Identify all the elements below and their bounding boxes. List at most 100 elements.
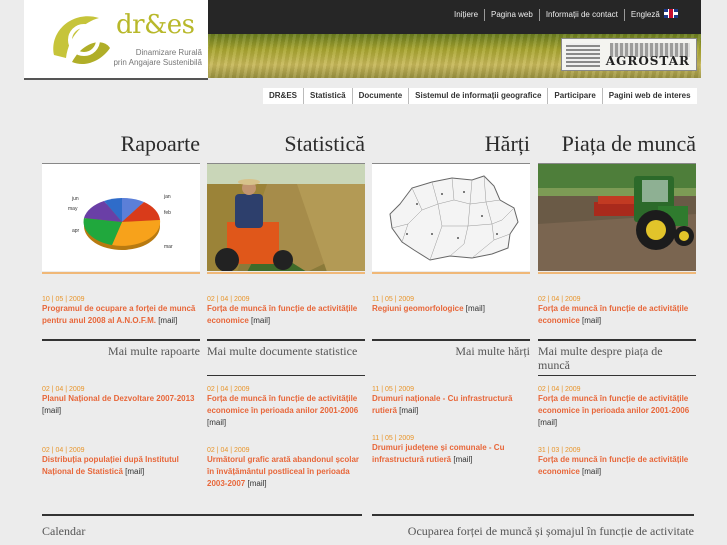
logo-subtitle: Dinamizare Rurală prin Angajare Sustenib… — [84, 48, 202, 68]
news-date: 02 | 04 | 2009 — [538, 386, 581, 393]
tractor-field-image-icon — [538, 164, 696, 271]
top-nav-contact[interactable]: Informații de contact — [538, 9, 624, 21]
mail-link[interactable]: [mail] — [399, 406, 418, 415]
news-headline[interactable]: Drumuri naționale - Cu infrastructură ru… — [372, 393, 530, 417]
pie-label-mar: mar — [164, 244, 173, 250]
news-headline-text[interactable]: Forța de muncă în funcție de activitățil… — [538, 304, 688, 325]
news-date: 10 | 05 | 2009 — [42, 296, 85, 303]
pie-label-apr: apr — [72, 228, 80, 234]
news-headline-text[interactable]: Următorul grafic arată abandonul școlar … — [207, 455, 359, 488]
column-title[interactable]: Hărți — [372, 126, 530, 162]
more-maps-link[interactable]: Mai multe hărți — [372, 339, 530, 358]
more-reports-link[interactable]: Mai multe rapoarte — [42, 339, 200, 358]
news-item: 31 | 03 | 2009 Forța de muncă în funcție… — [538, 447, 696, 478]
news-headline-text[interactable]: Distribuția populației după Institutul N… — [42, 455, 179, 476]
pie-label-may: may — [68, 206, 78, 212]
news-date: 11 | 05 | 2009 — [372, 435, 415, 442]
more-statistics-link[interactable]: Mai multe documente statistice — [207, 339, 365, 358]
news-date: 02 | 04 | 2009 — [207, 447, 250, 454]
news-headline-text[interactable]: Forța de muncă în funcție de activitățil… — [207, 394, 358, 415]
news-headline[interactable]: Forța de muncă în funcție de activitățil… — [207, 303, 365, 327]
mail-link[interactable]: [mail] — [251, 316, 270, 325]
logo-subtitle-line-1: Dinamizare Rurală — [135, 48, 202, 57]
top-nav: Inițiere Pagina web Informații de contac… — [448, 9, 684, 21]
news-headline-text[interactable]: Drumuri județene și comunale - Cu infras… — [372, 443, 504, 464]
news-headline[interactable]: Forța de muncă în funcție de activitățil… — [538, 454, 696, 478]
news-item: 11 | 05 | 2009 Regiuni geomorfologice [m… — [372, 296, 530, 315]
mail-link[interactable]: [mail] — [538, 418, 557, 427]
top-nav-home[interactable]: Inițiere — [448, 9, 484, 21]
news-date: 31 | 03 | 2009 — [538, 447, 581, 454]
calendar-section-title: Calendar — [42, 514, 362, 539]
farmer-tractor-image-icon — [207, 164, 365, 271]
uk-flag-icon — [663, 9, 678, 18]
news-item: 02 | 04 | 2009 Forța de muncă în funcție… — [207, 296, 365, 327]
header-banner: Inițiere Pagina web Informații de contac… — [208, 0, 701, 78]
news-headline[interactable]: Distribuția populației după Institutul N… — [42, 454, 200, 478]
news-headline[interactable]: Forța de muncă în funcție de activitățil… — [207, 393, 365, 429]
news-headline[interactable]: Forța de muncă în funcție de activitățil… — [538, 393, 696, 429]
mail-link[interactable]: [mail] — [466, 304, 485, 313]
news-item: 10 | 05 | 2009 Programul de ocupare a fo… — [42, 296, 200, 327]
top-nav-english[interactable]: Engleză — [623, 9, 684, 21]
news-headline[interactable]: Următorul grafic arată abandonul școlar … — [207, 454, 365, 490]
mail-link[interactable]: [mail] — [158, 316, 177, 325]
news-headline[interactable]: Drumuri județene și comunale - Cu infras… — [372, 442, 530, 466]
column-title[interactable]: Rapoarte — [42, 126, 200, 162]
nav-participare[interactable]: Participare — [547, 88, 601, 104]
news-headline[interactable]: Planul Național de Dezvoltare 2007-2013 … — [42, 393, 200, 417]
mail-link[interactable]: [mail] — [207, 418, 226, 427]
pie-label-jan: jan — [163, 194, 171, 200]
agrostar-emblem-icon — [566, 43, 600, 67]
mail-link[interactable]: [mail] — [582, 316, 601, 325]
mail-link[interactable]: [mail] — [582, 467, 601, 476]
news-item: 11 | 05 | 2009 Drumuri județene și comun… — [372, 435, 530, 466]
more-labor-market-link[interactable]: Mai multe despre piața de muncă — [538, 339, 696, 372]
mail-link[interactable]: [mail] — [248, 479, 267, 488]
nav-documente[interactable]: Documente — [351, 88, 409, 104]
nav-dres[interactable]: DR&ES — [263, 88, 303, 104]
news-headline-text[interactable]: Forța de muncă în funcție de activitățil… — [538, 394, 689, 415]
news-headline[interactable]: Forța de muncă în funcție de activitățil… — [538, 303, 696, 327]
news-item: 02 | 04 | 2009 Următorul grafic arată ab… — [207, 447, 365, 490]
logo-title: dr&es — [116, 10, 195, 40]
nav-statistica[interactable]: Statistică — [303, 88, 352, 104]
news-date: 11 | 05 | 2009 — [372, 296, 415, 303]
column-title[interactable]: Piața de muncă — [538, 126, 696, 162]
news-headline-text[interactable]: Forța de muncă în funcție de activitățil… — [207, 304, 357, 325]
romania-map-image[interactable] — [372, 163, 530, 271]
news-date: 02 | 04 | 2009 — [42, 386, 85, 393]
column-harti: Hărți 11 | 05 | 2009 Regiuni geomorfolog… — [372, 126, 530, 464]
mail-link[interactable]: [mail] — [42, 406, 61, 415]
column-rapoarte: Rapoarte jun jan may feb apr mar 10 | 05… — [42, 126, 200, 476]
main-nav: DR&ES Statistică Documente Sistemul de i… — [263, 88, 697, 104]
site-logo[interactable]: dr&es Dinamizare Rurală prin Angajare Su… — [24, 0, 208, 80]
green-tractor-field-photo[interactable] — [538, 163, 696, 271]
news-date: 02 | 04 | 2009 — [207, 386, 250, 393]
agrostar-partner-logo[interactable]: AGROSTAR — [561, 38, 697, 71]
news-headline-text[interactable]: Forța de muncă în funcție de activitățil… — [538, 455, 688, 476]
pie-chart-image[interactable]: jun jan may feb apr mar — [42, 163, 200, 271]
tractor-corn-field-photo[interactable] — [207, 163, 365, 271]
news-date: 02 | 04 | 2009 — [42, 447, 85, 454]
top-nav-webpage[interactable]: Pagina web — [484, 9, 539, 21]
pie-chart-icon: jun jan may feb apr mar — [68, 194, 173, 250]
news-item: 02 | 04 | 2009 Forța de muncă în funcție… — [207, 386, 365, 429]
news-headline-text[interactable]: Regiuni geomorfologice — [372, 304, 464, 313]
nav-gis[interactable]: Sistemul de informații geografice — [408, 88, 547, 104]
employment-chart-title: Ocuparea forței de muncă și șomajul în f… — [372, 514, 694, 539]
header: dr&es Dinamizare Rurală prin Angajare Su… — [0, 0, 727, 82]
news-headline-text[interactable]: Planul Național de Dezvoltare 2007-2013 — [42, 394, 195, 403]
news-item: 02 | 04 | 2009 Forța de muncă în funcție… — [538, 386, 696, 429]
column-title[interactable]: Statistică — [207, 126, 365, 162]
pie-label-jun: jun — [71, 196, 79, 202]
news-item: 02 | 04 | 2009 Forța de muncă în funcție… — [538, 296, 696, 327]
news-headline[interactable]: Programul de ocupare a forței de muncă p… — [42, 303, 200, 327]
mail-link[interactable]: [mail] — [125, 467, 144, 476]
nav-pagini-web[interactable]: Pagini web de interes — [601, 88, 697, 104]
column-piata-de-munca: Piața de muncă 02 | 04 | 2009 Forța de m… — [538, 126, 696, 476]
news-headline-text[interactable]: Drumuri naționale - Cu infrastructură ru… — [372, 394, 512, 415]
news-headline[interactable]: Regiuni geomorfologice [mail] — [372, 303, 530, 315]
news-date: 02 | 04 | 2009 — [207, 296, 250, 303]
mail-link[interactable]: [mail] — [453, 455, 472, 464]
